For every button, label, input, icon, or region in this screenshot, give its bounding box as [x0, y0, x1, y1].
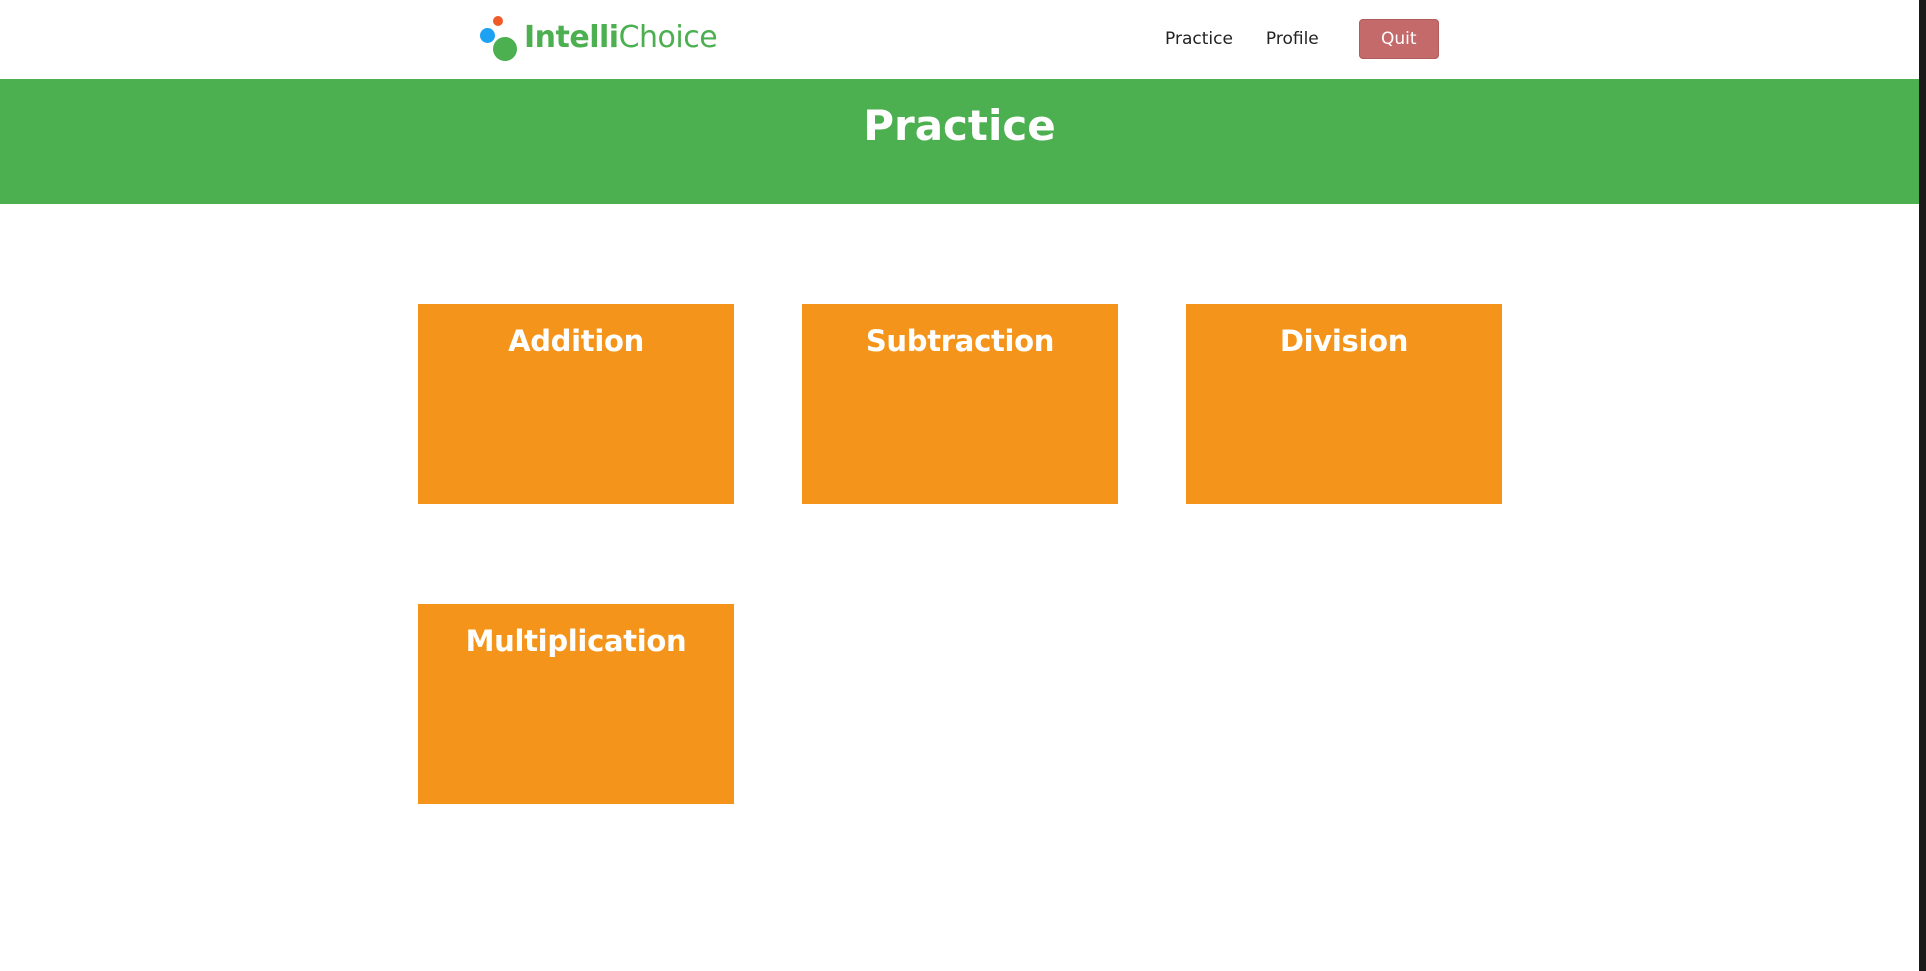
- card-title: Division: [1279, 324, 1409, 358]
- practice-card-multiplication[interactable]: Multiplication: [418, 604, 734, 804]
- card-title: Multiplication: [465, 624, 687, 658]
- logo-dot-blue: [480, 28, 495, 43]
- practice-page: IntelliChoice Practice Profile Quit Prac…: [0, 0, 1919, 971]
- window-edge: [1919, 0, 1926, 971]
- top-navbar: IntelliChoice Practice Profile Quit: [0, 0, 1919, 79]
- practice-card-addition[interactable]: Addition: [418, 304, 734, 504]
- intellichoice-dots-logo-icon: [480, 14, 520, 62]
- app-logo[interactable]: IntelliChoice: [480, 14, 718, 62]
- nav-links: Practice Profile Quit: [1165, 19, 1439, 59]
- quit-button-label: Quit: [1380, 29, 1417, 49]
- logo-dot-green: [493, 37, 517, 61]
- page-banner: Practice: [0, 79, 1919, 204]
- practice-card-division[interactable]: Division: [1186, 304, 1502, 504]
- logo-wordmark-light: Choice: [618, 20, 718, 55]
- nav-profile-link[interactable]: Profile: [1266, 29, 1319, 49]
- logo-wordmark: IntelliChoice: [524, 20, 718, 55]
- page-title: Practice: [863, 100, 1056, 150]
- logo-dot-red: [493, 16, 503, 26]
- logo-wordmark-bold: Intelli: [524, 20, 619, 55]
- card-title: Subtraction: [865, 324, 1055, 358]
- quit-button[interactable]: Quit: [1358, 19, 1439, 59]
- practice-card-subtraction[interactable]: Subtraction: [802, 304, 1118, 504]
- nav-practice-link[interactable]: Practice: [1165, 29, 1233, 49]
- card-title: Addition: [508, 324, 644, 358]
